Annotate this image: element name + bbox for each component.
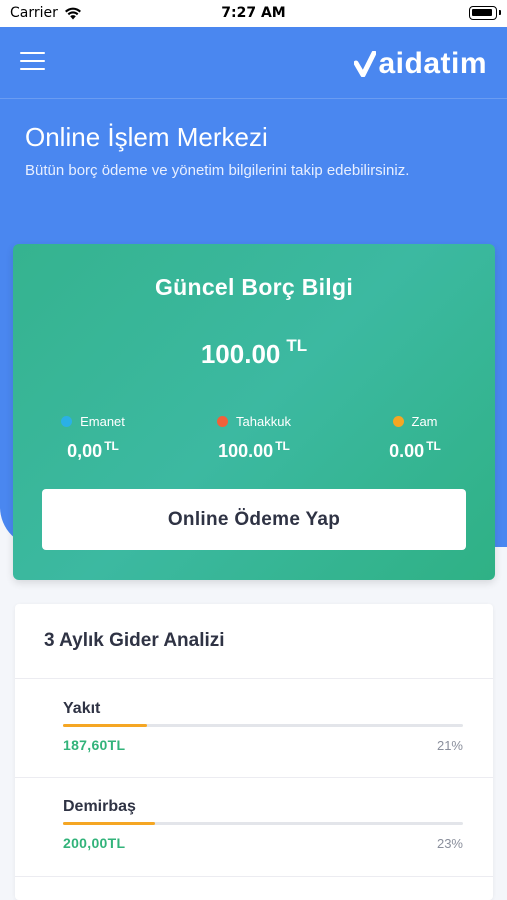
emanet-dot-icon: [61, 416, 73, 427]
expense-amount: 187,60TL: [63, 737, 126, 753]
expense-name: Yakıt: [63, 700, 101, 717]
expense-item-demirbas[interactable]: Demirbaş 200,00TL 23%: [63, 798, 463, 851]
page-title: Online İşlem Merkezi: [25, 122, 268, 152]
expense-amount: 200,00TL: [63, 835, 126, 851]
breakdown-label: Emanet: [80, 414, 125, 429]
analysis-title: 3 Aylık Gider Analizi: [44, 630, 225, 651]
expense-name: Demirbaş: [63, 798, 136, 815]
expense-percent: 21%: [436, 737, 463, 753]
debt-currency: TL: [286, 336, 308, 355]
debt-amount: 100.00 TL: [13, 336, 495, 370]
divider: [15, 777, 493, 778]
logo-text: aidatim: [378, 47, 487, 80]
expense-analysis-card: 3 Aylık Gider Analizi Yakıt 187,60TL 21%…: [15, 604, 493, 900]
breakdown-value: 0,00: [67, 441, 103, 461]
battery-icon: [469, 6, 501, 20]
breakdown-label: Tahakkuk: [236, 414, 291, 429]
zam-dot-icon: [392, 416, 404, 427]
breakdown-value: 0.00: [389, 441, 425, 461]
app-logo[interactable]: aidatim: [354, 47, 487, 81]
expense-progress-bar: [63, 724, 463, 727]
status-time: 7:27 AM: [221, 5, 286, 21]
expense-progress-bar: [63, 822, 463, 825]
page-subtitle: Bütün borç ödeme ve yönetim bilgilerini …: [25, 162, 410, 179]
top-navigation: aidatim: [0, 27, 507, 99]
online-payment-button[interactable]: Online Ödeme Yap: [42, 489, 466, 550]
breakdown-tahakkuk: Tahakkuk 100.00 TL: [174, 414, 334, 462]
v-mark-icon: [354, 51, 377, 77]
breakdown-unit: TL: [426, 439, 441, 453]
hamburger-menu-icon[interactable]: [20, 52, 45, 72]
breakdown-emanet: Emanet 0,00 TL: [13, 414, 173, 462]
status-bar: Carrier 7:27 AM: [0, 0, 507, 27]
debt-breakdown: Emanet 0,00 TL Tahakkuk 100.00 TL Zam 0.00…: [13, 414, 495, 474]
expense-item-yakit[interactable]: Yakıt 187,60TL 21%: [63, 700, 463, 753]
divider: [15, 876, 493, 877]
expense-progress-fill: [63, 822, 155, 825]
breakdown-unit: TL: [275, 439, 290, 453]
debt-amount-value: 100.00: [200, 339, 281, 369]
breakdown-value: 100.00: [218, 441, 274, 461]
expense-progress-fill: [63, 724, 147, 727]
tahakkuk-dot-icon: [217, 416, 229, 427]
expense-percent: 23%: [436, 835, 463, 851]
debt-card-title: Güncel Borç Bilgi: [154, 274, 354, 300]
breakdown-unit: TL: [104, 439, 119, 453]
breakdown-label: Zam: [411, 414, 438, 429]
divider: [15, 678, 493, 679]
breakdown-zam: Zam 0.00 TL: [335, 414, 495, 462]
current-debt-card: Güncel Borç Bilgi 100.00 TL Emanet 0,00 TL…: [13, 244, 495, 580]
